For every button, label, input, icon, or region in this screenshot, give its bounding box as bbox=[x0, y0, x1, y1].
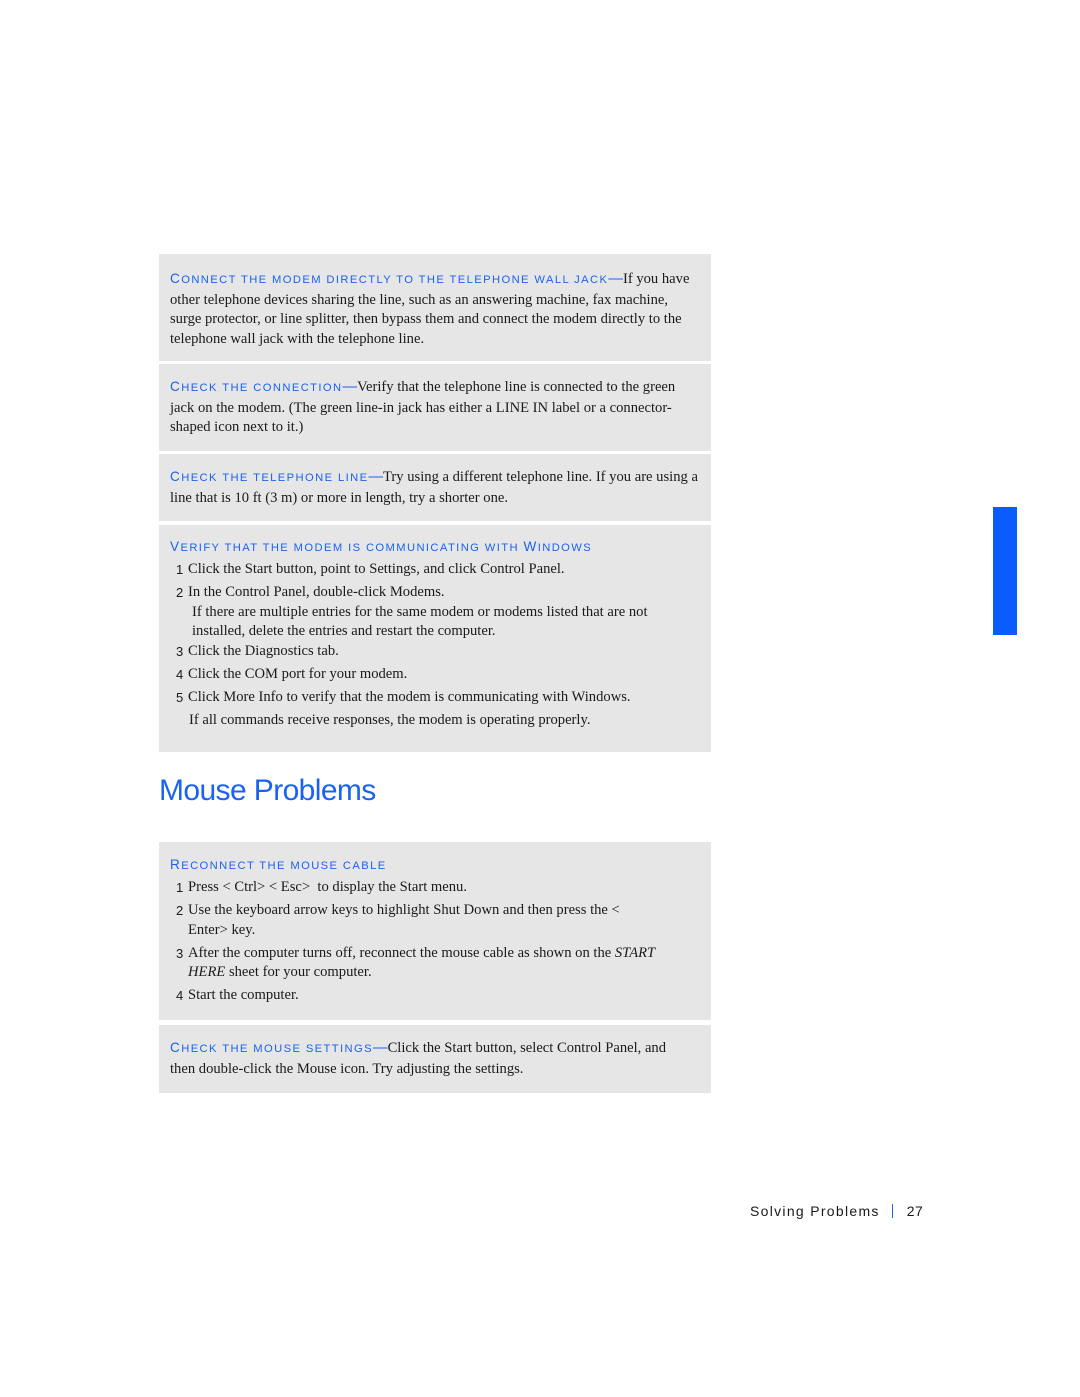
step-followup: If all commands receive responses, the m… bbox=[189, 711, 591, 728]
step-item: 2 In the Control Panel, double-click Mode… bbox=[176, 583, 445, 600]
tip-heading: Reconnect the mouse cable bbox=[170, 857, 387, 872]
section-title: Mouse Problems bbox=[159, 774, 376, 807]
page-footer: Solving Problems 27 bbox=[750, 1203, 923, 1219]
tip-heading: Verify that the modem is communicating w… bbox=[170, 539, 593, 554]
page-number: 27 bbox=[906, 1203, 924, 1219]
steps-list: 3 Click the Diagnostics tab. 4 Click the C… bbox=[170, 642, 699, 708]
steps-list: 1 Press < Ctrl> < Esc> to display the Sta… bbox=[170, 878, 699, 1006]
tip-box-check-telephone-line: Check the telephone line—Try using a dif… bbox=[159, 454, 711, 521]
step-item: 4 Click the COM port for your modem. bbox=[176, 665, 408, 682]
tip-box-reconnect-mouse-cable: Reconnect the mouse cable 1 Press < Ctrl>… bbox=[159, 842, 711, 1020]
step-item: 2 Use the keyboard arrow keys to highligh… bbox=[176, 901, 620, 938]
tip-box-check-mouse-settings: Check the mouse settings—Click the Start… bbox=[159, 1025, 711, 1093]
tip-text: Connect the modem directly to the teleph… bbox=[170, 271, 690, 347]
tip-box-verify-modem: Verify that the modem is communicating w… bbox=[159, 525, 711, 752]
tip-box-check-connection: Check the connection—Verify that the tel… bbox=[159, 364, 711, 451]
tip-text: Check the mouse settings—Click the Start… bbox=[170, 1040, 667, 1077]
chapter-thumb-tab bbox=[993, 507, 1017, 635]
step-item: 4 Start the computer. bbox=[176, 987, 299, 1004]
tip-text: Check the connection—Verify that the tel… bbox=[170, 379, 676, 436]
tip-heading: Check the telephone line bbox=[170, 469, 369, 484]
step-item: 3 After the computer turns off, reconnect… bbox=[176, 944, 655, 981]
footer-chapter-title: Solving Problems bbox=[750, 1203, 880, 1219]
tip-heading: Check the mouse settings bbox=[170, 1040, 373, 1055]
step-item: 5 Click More Info to verify that the mode… bbox=[176, 688, 631, 705]
step-item: 1 Click the Start button, point to Settin… bbox=[176, 561, 565, 577]
step-item: 1 Press < Ctrl> < Esc> to display the Sta… bbox=[176, 879, 467, 895]
tip-heading: Connect the modem directly to the teleph… bbox=[170, 271, 609, 286]
tip-heading: Check the connection bbox=[170, 379, 343, 394]
tip-box-wall-jack: Connect the modem directly to the teleph… bbox=[159, 254, 711, 361]
step-note: If there are multiple entries for the sa… bbox=[192, 603, 648, 640]
step-item: 3 Click the Diagnostics tab. bbox=[176, 642, 339, 659]
tip-text: Check the telephone line—Try using a dif… bbox=[170, 469, 698, 506]
steps-list: 1 Click the Start button, point to Settin… bbox=[170, 560, 699, 603]
footer-divider bbox=[891, 1204, 893, 1218]
